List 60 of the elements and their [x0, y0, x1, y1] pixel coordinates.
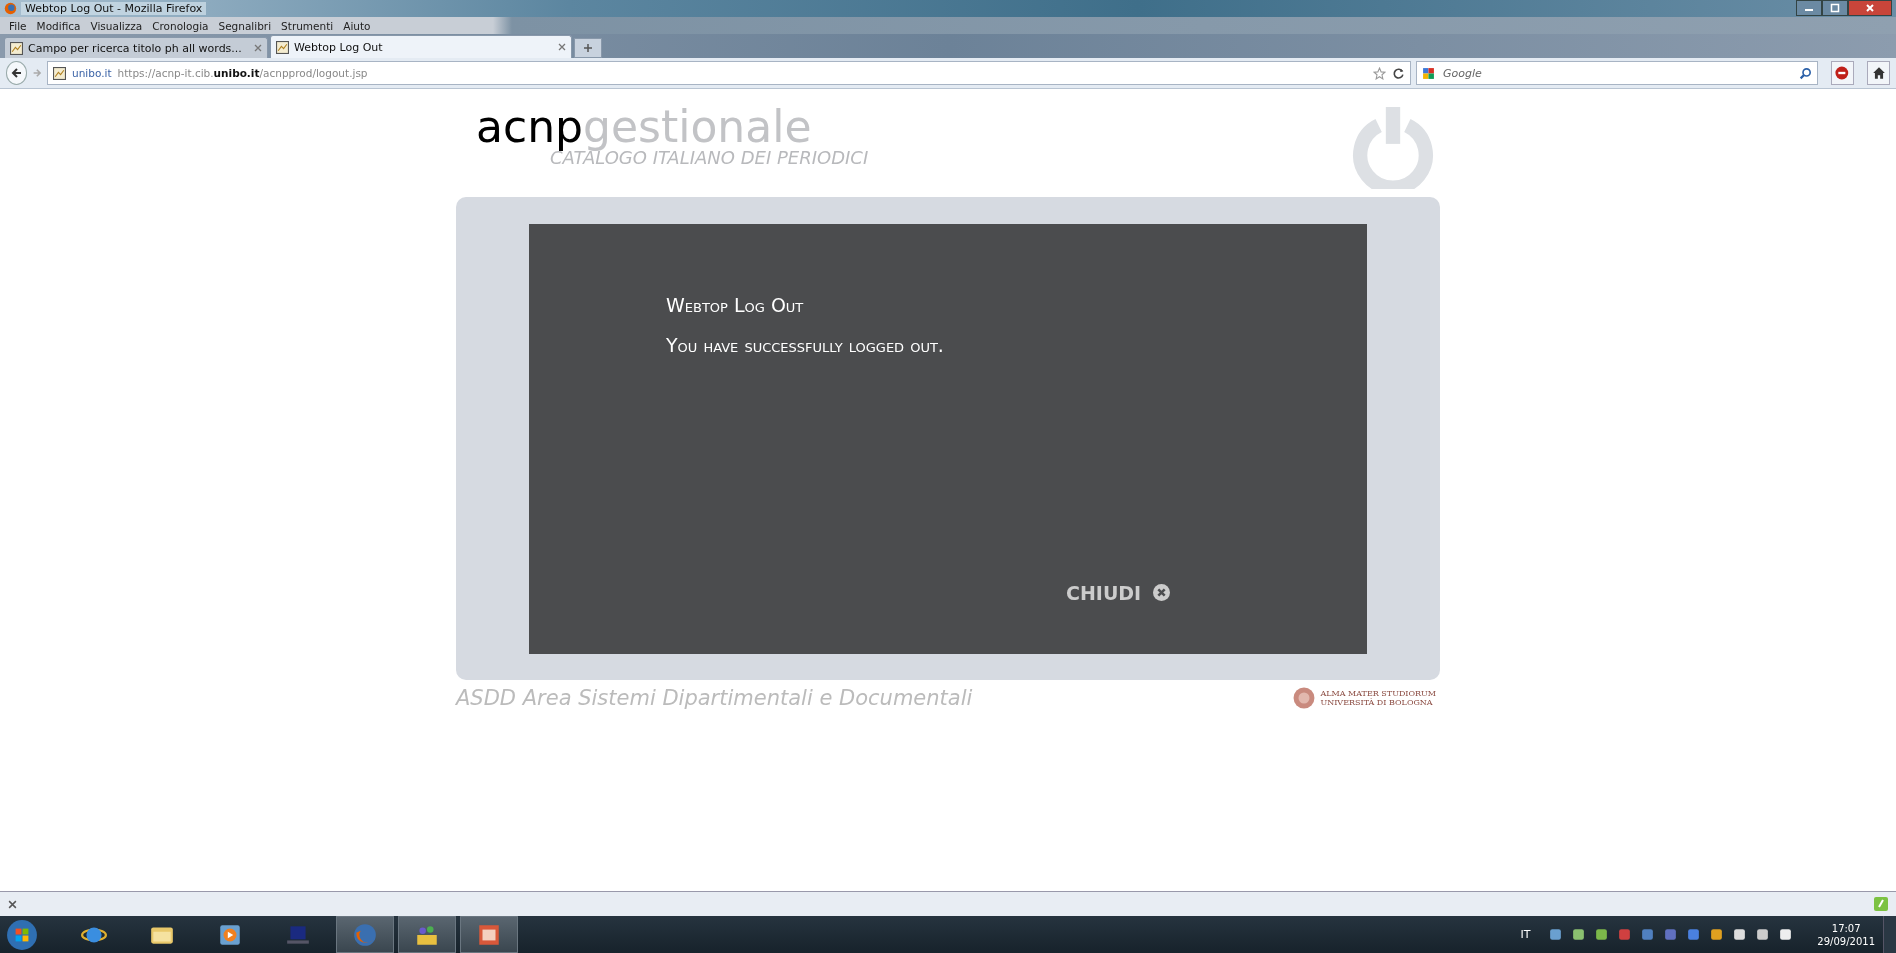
page-icon — [53, 66, 67, 80]
firefox-icon — [4, 2, 17, 15]
url-text: https://acnp-it.cib.unibo.it/acnpprod/logout.jsp — [117, 67, 368, 79]
browser-tab[interactable]: Webtop Log Out — [270, 35, 572, 58]
menu-item[interactable]: Visualizza — [85, 19, 148, 32]
seal-icon — [1293, 687, 1316, 709]
maximize-button[interactable] — [1822, 0, 1848, 16]
close-icon[interactable] — [558, 43, 566, 51]
clock[interactable]: 17:07 29/09/2011 — [1817, 921, 1875, 948]
site-logo: acnpgestionale — [476, 103, 812, 151]
close-icon[interactable] — [8, 899, 17, 909]
university-name: ALMA MATER STUDIORUM UNIVERSITÀ DI BOLOGNA — [1320, 689, 1436, 707]
tray-icon[interactable] — [1778, 927, 1794, 942]
tray-icon[interactable] — [1594, 927, 1610, 942]
power-icon — [1352, 107, 1434, 189]
home-button[interactable] — [1867, 61, 1890, 85]
menu-item[interactable]: Segnalibri — [213, 19, 277, 32]
menu-item[interactable]: Modifica — [31, 19, 86, 32]
menu-item[interactable]: File — [4, 19, 32, 32]
tray-icon[interactable] — [1709, 927, 1725, 942]
close-button[interactable] — [1848, 0, 1892, 16]
address-bar[interactable]: unibo.it https://acnp-it.cib.unibo.it/acnpprod/logout.jsp — [47, 61, 1412, 85]
taskbar-button[interactable] — [460, 916, 518, 953]
tray-icon[interactable] — [1732, 927, 1748, 942]
tray-icon[interactable] — [1571, 927, 1587, 942]
minimize-button[interactable] — [1796, 0, 1822, 16]
addon-button[interactable] — [1831, 61, 1855, 85]
menu-item[interactable]: Cronologia — [147, 19, 214, 32]
new-tab-button[interactable] — [574, 38, 602, 58]
firefox-icon — [352, 921, 378, 948]
page-icon — [276, 40, 289, 54]
search-bar[interactable]: Google — [1416, 61, 1819, 85]
language-indicator[interactable]: IT — [1520, 928, 1531, 941]
close-icon — [1153, 584, 1171, 601]
close-icon — [1865, 3, 1875, 13]
reload-icon[interactable] — [1392, 66, 1406, 80]
search-field[interactable]: Google — [1441, 65, 1794, 81]
back-button[interactable] — [6, 61, 28, 85]
plus-icon — [583, 43, 593, 53]
taskbar-button[interactable] — [398, 916, 456, 953]
back-arrow-icon — [10, 67, 23, 79]
menu-item[interactable]: Strumenti — [276, 19, 339, 32]
start-button[interactable] — [6, 918, 38, 951]
footer-text: ASDD Area Sistemi Dipartimentali e Documentali — [456, 686, 973, 710]
tray-icon[interactable] — [1755, 927, 1771, 942]
message-heading: Webtop Log Out — [666, 293, 805, 316]
maximize-icon — [1830, 3, 1840, 13]
close-link[interactable]: CHIUDI — [1066, 581, 1171, 604]
site-identity[interactable]: unibo.it — [72, 67, 112, 79]
message-text: You have successfully logged out. — [666, 333, 945, 356]
window-title: Webtop Log Out - Mozilla Firefox — [21, 2, 207, 15]
menu-item[interactable]: Aiuto — [338, 19, 376, 32]
tray-icon[interactable] — [1548, 927, 1564, 942]
home-icon — [1871, 66, 1886, 80]
page-icon — [10, 41, 23, 55]
search-icon[interactable] — [1799, 66, 1813, 80]
browser-tab[interactable]: Campo per ricerca titolo ph all words... — [4, 37, 268, 58]
google-icon — [1422, 66, 1436, 80]
close-icon[interactable] — [254, 44, 262, 52]
star-icon[interactable] — [1373, 66, 1387, 80]
